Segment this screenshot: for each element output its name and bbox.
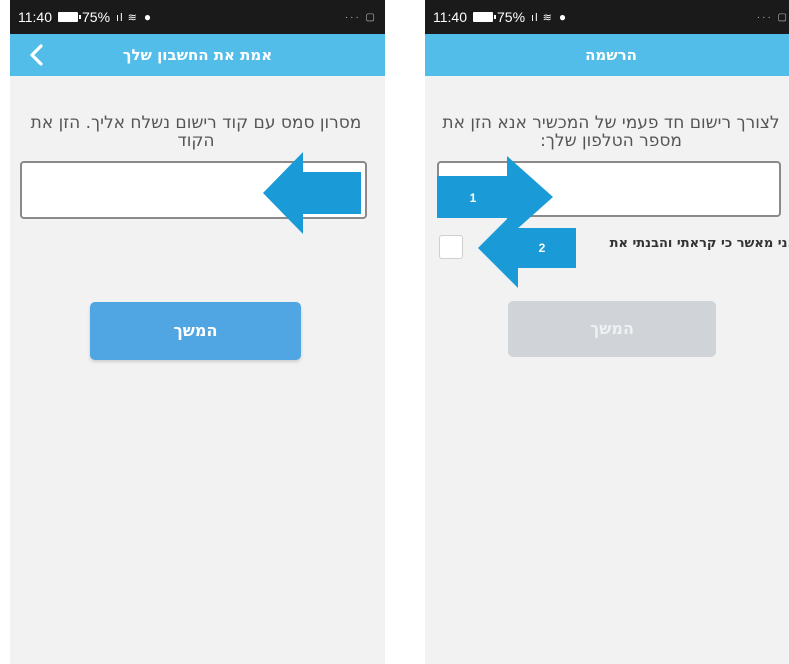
page-title: אמת את החשבון שלך [122, 46, 273, 64]
signal-wifi-icons: ıl ≋ [531, 11, 553, 24]
app-bar: אמת את החשבון שלך [10, 34, 385, 76]
terms-label: אני מאשר כי קראתי והבנתי את [609, 236, 789, 251]
status-time: 11:40 [18, 9, 52, 25]
battery-icon [58, 12, 81, 22]
location-icon: ● [558, 10, 567, 24]
status-time: 11:40 [433, 9, 467, 25]
instruction-text: מסרון סמס עם קוד רישום נשלח אליך. הזן את… [30, 113, 362, 151]
verify-account-screen: 11:40 75% ıl ≋ ● ··· ▢ אמת את החשבון שלך… [10, 0, 385, 664]
page-title: הרשמה [585, 46, 637, 64]
battery-percent: 75% [497, 9, 526, 25]
location-icon: ● [143, 10, 152, 24]
continue-button[interactable]: המשך [90, 302, 301, 360]
notification-icons: ··· ▢ [344, 11, 377, 23]
terms-checkbox[interactable] [439, 235, 463, 259]
battery-percent: 75% [82, 9, 111, 25]
app-bar: הרשמה [425, 34, 789, 76]
continue-button-disabled[interactable]: המשך [508, 301, 716, 357]
phone-number-input[interactable] [437, 161, 781, 217]
instruction-text: לצורך רישום חד פעמי של המכשיר אנא הזן את… [442, 113, 780, 151]
verification-code-input[interactable] [20, 161, 367, 219]
status-bar: 11:40 75% ıl ≋ ● ··· ▢ [10, 0, 385, 34]
battery-icon [473, 12, 496, 22]
notification-icons: ··· ▢ [756, 11, 789, 23]
signal-wifi-icons: ıl ≋ [116, 11, 138, 24]
registration-screen: 11:40 75% ıl ≋ ● ··· ▢ הרשמה לצורך רישום… [425, 0, 789, 664]
status-bar: 11:40 75% ıl ≋ ● ··· ▢ [425, 0, 789, 34]
